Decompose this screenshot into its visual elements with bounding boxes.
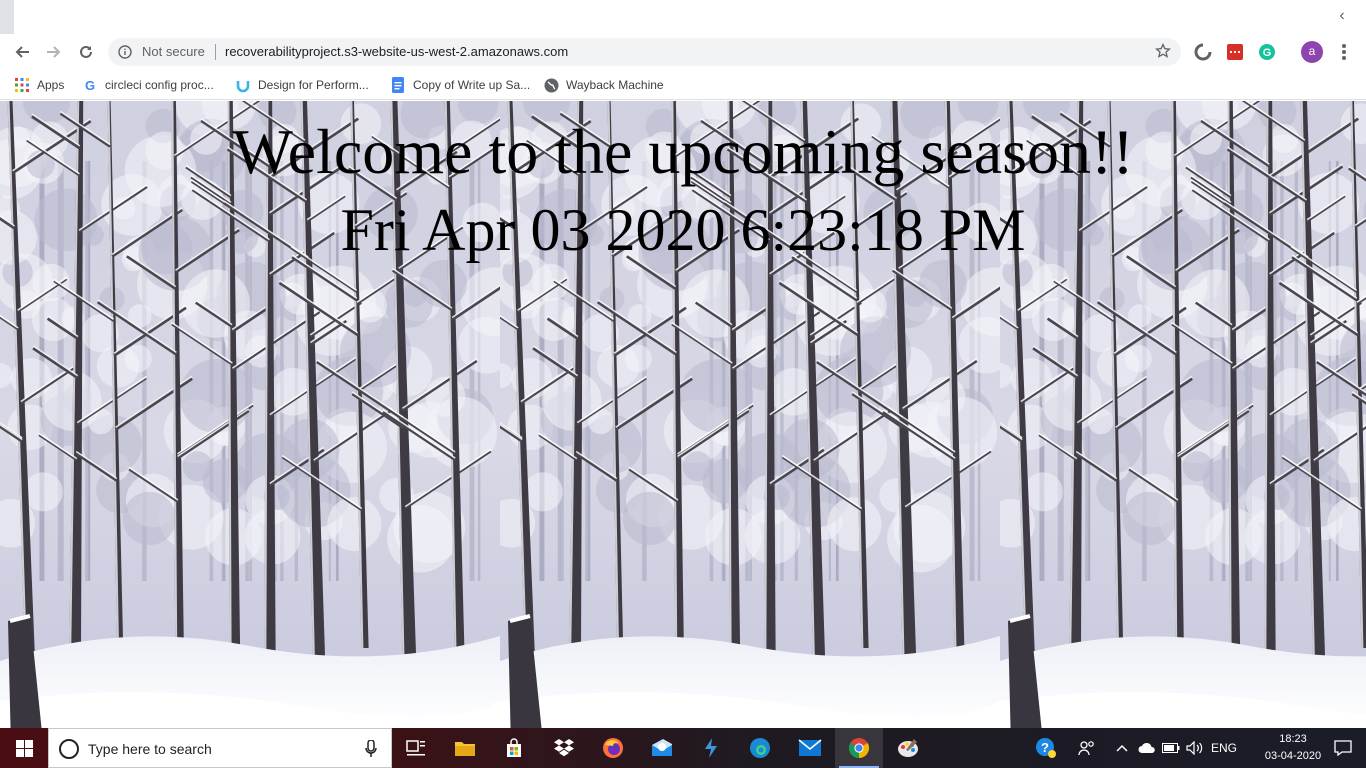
forward-button[interactable] <box>40 38 68 66</box>
bookmark-star-icon[interactable] <box>1154 42 1172 62</box>
bookmark-design[interactable]: Design for Perform... <box>235 76 369 94</box>
bookmark-apps[interactable]: Apps <box>14 76 64 94</box>
kebab-menu-icon[interactable] <box>1336 43 1352 61</box>
svg-text:?: ? <box>1041 740 1049 755</box>
chevron-up-icon[interactable] <box>1112 728 1132 768</box>
search-placeholder: Type here to search <box>88 741 212 757</box>
url-text[interactable]: recoverabilityproject.s3-website-us-west… <box>225 44 568 59</box>
bookmark-label: Wayback Machine <box>566 78 664 92</box>
reload-icon <box>80 45 92 58</box>
tab-strip: ‹ <box>0 0 1366 34</box>
profile-avatar[interactable]: a <box>1301 41 1323 63</box>
mail-icon[interactable] <box>786 728 834 768</box>
bookmark-label: Copy of Write up Sa... <box>413 78 531 92</box>
bookmarks-bar: Apps G circleci config proc... Design fo… <box>0 70 1366 100</box>
browser-toolbar: Not secure recoverabilityproject.s3-webs… <box>0 34 1366 70</box>
udemy-icon <box>235 77 251 93</box>
extension-red-icon[interactable] <box>1225 42 1245 62</box>
bookmark-copy-write-up[interactable]: Copy of Write up Sa... <box>390 76 530 94</box>
reload-button[interactable] <box>72 38 100 66</box>
visual-studio-icon[interactable] <box>687 728 735 768</box>
file-explorer-icon[interactable] <box>441 728 489 768</box>
tab-strip-empty-area <box>1018 0 1366 34</box>
bookmark-label: Design for Perform... <box>258 78 369 92</box>
chevron-left-icon[interactable]: ‹ <box>1332 6 1352 26</box>
arrow-left-icon <box>15 46 29 58</box>
svg-text:G: G <box>1263 47 1272 59</box>
arrow-right-icon <box>47 46 61 58</box>
globe-icon <box>543 77 559 93</box>
outlook-icon[interactable] <box>638 728 686 768</box>
people-icon[interactable] <box>1072 728 1102 768</box>
help-icon[interactable]: ? <box>1030 728 1062 768</box>
google-docs-icon <box>390 77 406 93</box>
volume-icon[interactable] <box>1184 728 1206 768</box>
page-datetime: Fri Apr 03 2020 6:23:18 PM <box>340 197 1026 263</box>
omnibox-divider <box>215 44 216 60</box>
bookmark-circleci[interactable]: G circleci config proc... <box>82 76 214 94</box>
svg-text:G: G <box>85 78 95 92</box>
microsoft-store-icon[interactable] <box>490 728 538 768</box>
taskbar-search-box[interactable]: Type here to search <box>48 728 392 768</box>
page-headline: Welcome to the upcoming season!! <box>232 116 1134 187</box>
active-tab[interactable] <box>14 0 1018 34</box>
start-button[interactable] <box>0 728 48 768</box>
info-icon[interactable] <box>118 45 132 62</box>
back-button[interactable] <box>8 38 36 66</box>
windows-logo-icon <box>15 739 33 757</box>
windows-taskbar: Type here to search ? ENG 18:23 03-04-20… <box>0 728 1366 768</box>
battery-icon[interactable] <box>1160 728 1182 768</box>
snowy-forest-background: Welcome to the upcoming season!! Fri Apr… <box>0 101 1366 728</box>
dropbox-icon[interactable] <box>540 728 588 768</box>
onedrive-cloud-icon[interactable] <box>1136 728 1158 768</box>
bookmark-label: Apps <box>37 78 65 92</box>
cortana-icon[interactable] <box>59 739 79 759</box>
google-icon: G <box>82 77 98 93</box>
chrome-icon[interactable] <box>835 728 883 768</box>
microphone-icon[interactable] <box>365 739 377 761</box>
address-bar[interactable]: Not secure recoverabilityproject.s3-webs… <box>108 38 1181 66</box>
grammarly-icon[interactable]: G <box>1257 42 1277 62</box>
security-label[interactable]: Not secure <box>142 44 205 59</box>
bookmark-label: circleci config proc... <box>105 78 214 92</box>
extension-sync-icon[interactable] <box>1193 42 1213 62</box>
edge-icon[interactable] <box>736 728 784 768</box>
language-indicator[interactable]: ENG <box>1208 728 1240 768</box>
notification-center-icon[interactable] <box>1320 728 1366 768</box>
paint-icon[interactable] <box>884 728 932 768</box>
bookmark-wayback[interactable]: Wayback Machine <box>543 76 664 94</box>
apps-grid-icon <box>14 77 30 93</box>
task-view-icon[interactable] <box>392 728 440 768</box>
firefox-icon[interactable] <box>589 728 637 768</box>
